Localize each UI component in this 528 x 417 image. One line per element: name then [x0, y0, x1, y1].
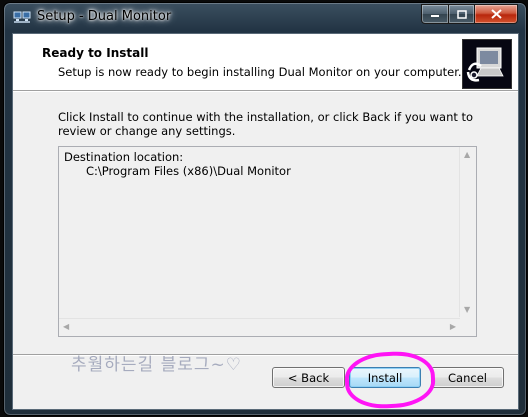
- maximize-button[interactable]: [449, 4, 475, 24]
- wizard-body: Ready to Install Setup is now ready to b…: [12, 33, 519, 411]
- scroll-corner: [460, 319, 476, 336]
- cancel-button[interactable]: Cancel: [431, 367, 504, 388]
- scroll-right-icon[interactable]: ▶: [450, 323, 456, 331]
- install-button[interactable]: Install: [349, 367, 421, 388]
- memo-label: Destination location:: [64, 150, 184, 164]
- scroll-down-icon[interactable]: ▼: [464, 306, 470, 314]
- scroll-left-icon[interactable]: ◀: [63, 323, 69, 331]
- caption-buttons: [421, 4, 518, 24]
- app-icon: [13, 11, 31, 23]
- memo-path: C:\Program Files (x86)\Dual Monitor: [85, 163, 291, 178]
- close-icon: [490, 9, 502, 19]
- intro-text: Click Install to continue with the insta…: [58, 110, 474, 138]
- maximize-icon: [456, 9, 467, 19]
- wizard-header: Ready to Install Setup is now ready to b…: [13, 34, 518, 91]
- setup-window: Setup - Dual Monitor Ready to Install Se…: [3, 2, 527, 416]
- blog-watermark: 추월하는길 블로그~♡: [71, 355, 243, 375]
- ready-memo[interactable]: Destination location: C:\Program Files (…: [58, 146, 477, 337]
- page-title: Ready to Install: [42, 46, 149, 60]
- page-subtitle: Setup is now ready to begin installing D…: [58, 65, 462, 79]
- vertical-scrollbar[interactable]: ▲ ▼: [459, 147, 476, 317]
- minimize-icon: [431, 15, 439, 17]
- window-title: Setup - Dual Monitor: [37, 9, 172, 24]
- horizontal-scrollbar[interactable]: ◀ ▶: [59, 318, 460, 336]
- setup-computer-icon: [462, 39, 512, 89]
- close-button[interactable]: [475, 4, 518, 24]
- back-button[interactable]: < Back: [272, 367, 345, 388]
- scroll-up-icon[interactable]: ▲: [464, 151, 470, 159]
- header-divider: [13, 91, 518, 92]
- title-bar[interactable]: Setup - Dual Monitor: [4, 3, 526, 33]
- minimize-button[interactable]: [421, 4, 449, 24]
- memo-content: Destination location: C:\Program Files (…: [64, 150, 291, 178]
